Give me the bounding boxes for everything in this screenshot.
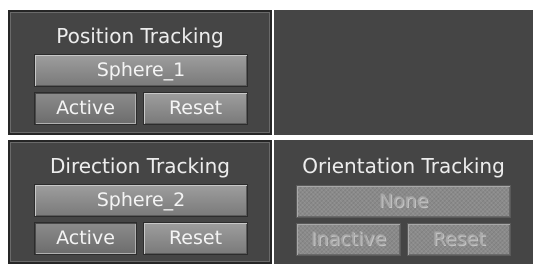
position-reset-button[interactable]: Reset bbox=[143, 92, 248, 125]
empty-panel-area bbox=[274, 10, 533, 135]
orientation-tracking-panel: Orientation Tracking None Inactive Reset bbox=[274, 140, 533, 264]
orientation-inactive-toggle: Inactive bbox=[296, 223, 401, 256]
direction-active-toggle[interactable]: Active bbox=[34, 222, 137, 255]
direction-tracking-title: Direction Tracking bbox=[50, 154, 230, 178]
orientation-tracking-title: Orientation Tracking bbox=[302, 154, 505, 178]
direction-tracking-panel: Direction Tracking Sphere_2 Active Reset bbox=[8, 140, 272, 264]
position-tracking-title: Position Tracking bbox=[56, 24, 224, 48]
direction-target-button[interactable]: Sphere_2 bbox=[34, 184, 248, 217]
orientation-target-button: None bbox=[296, 185, 511, 218]
position-target-button[interactable]: Sphere_1 bbox=[34, 54, 248, 87]
orientation-reset-button: Reset bbox=[407, 223, 511, 256]
direction-reset-button[interactable]: Reset bbox=[143, 222, 248, 255]
position-active-toggle[interactable]: Active bbox=[34, 92, 137, 125]
position-tracking-panel: Position Tracking Sphere_1 Active Reset bbox=[8, 10, 272, 135]
